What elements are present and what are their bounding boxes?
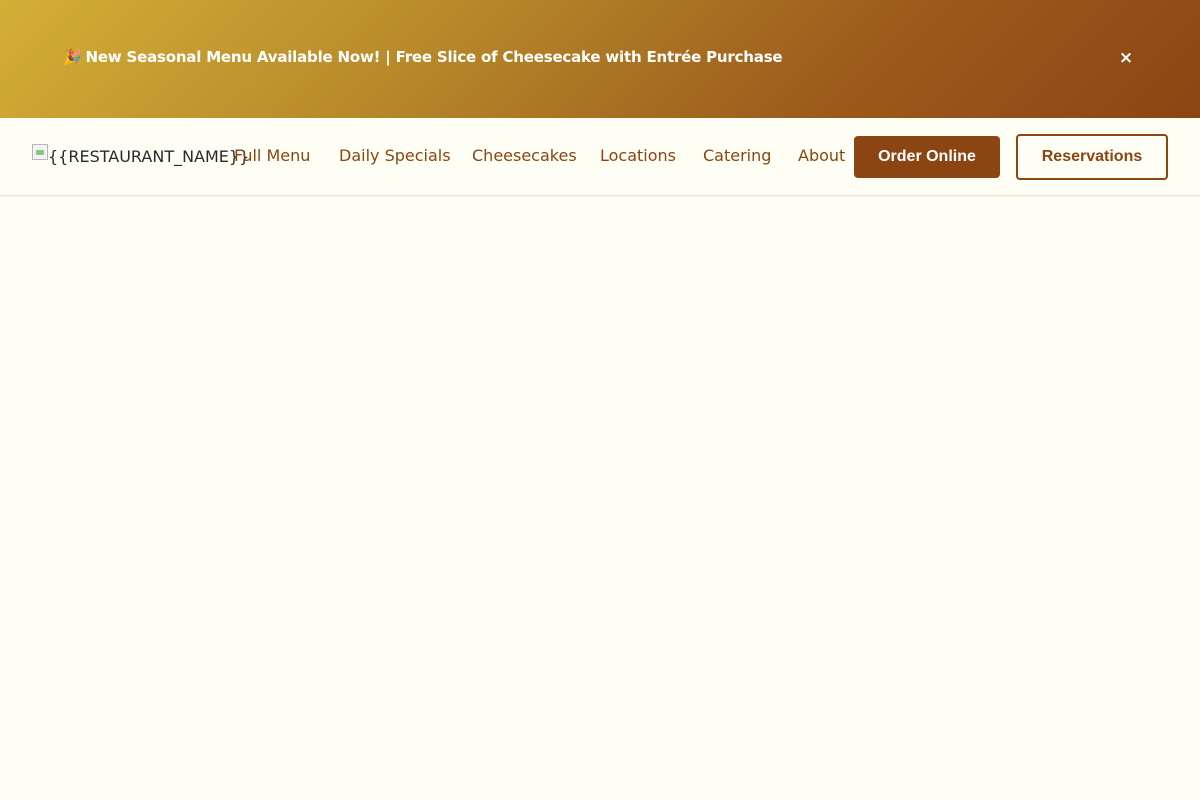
promo-message: 🎉 New Seasonal Menu Available Now! | Free… [63, 48, 783, 66]
nav-link-daily-specials[interactable]: Daily Specials [339, 146, 451, 165]
logo-alt-text: {{RESTAURANT_NAME}} [48, 146, 250, 166]
nav-link-about[interactable]: About [798, 146, 845, 165]
order-online-button[interactable]: Order Online [854, 136, 1000, 178]
reservations-button[interactable]: Reservations [1016, 134, 1168, 180]
main-content [0, 197, 1200, 800]
restaurant-logo[interactable]: {{RESTAURANT_NAME}} [32, 144, 249, 168]
promo-banner: 🎉 New Seasonal Menu Available Now! | Free… [0, 0, 1200, 118]
nav-link-cheesecakes[interactable]: Cheesecakes [472, 146, 577, 165]
close-banner-button[interactable]: × [1114, 46, 1138, 70]
nav-link-locations[interactable]: Locations [600, 146, 676, 165]
nav-link-full-menu[interactable]: Full Menu [234, 146, 310, 165]
main-navigation: {{RESTAURANT_NAME}} Full Menu Daily Spec… [0, 118, 1200, 196]
promo-message-text: New Seasonal Menu Available Now! | Free … [85, 48, 783, 66]
broken-image-icon [32, 144, 48, 160]
party-popper-icon: 🎉 [63, 48, 82, 66]
nav-link-catering[interactable]: Catering [703, 146, 771, 165]
